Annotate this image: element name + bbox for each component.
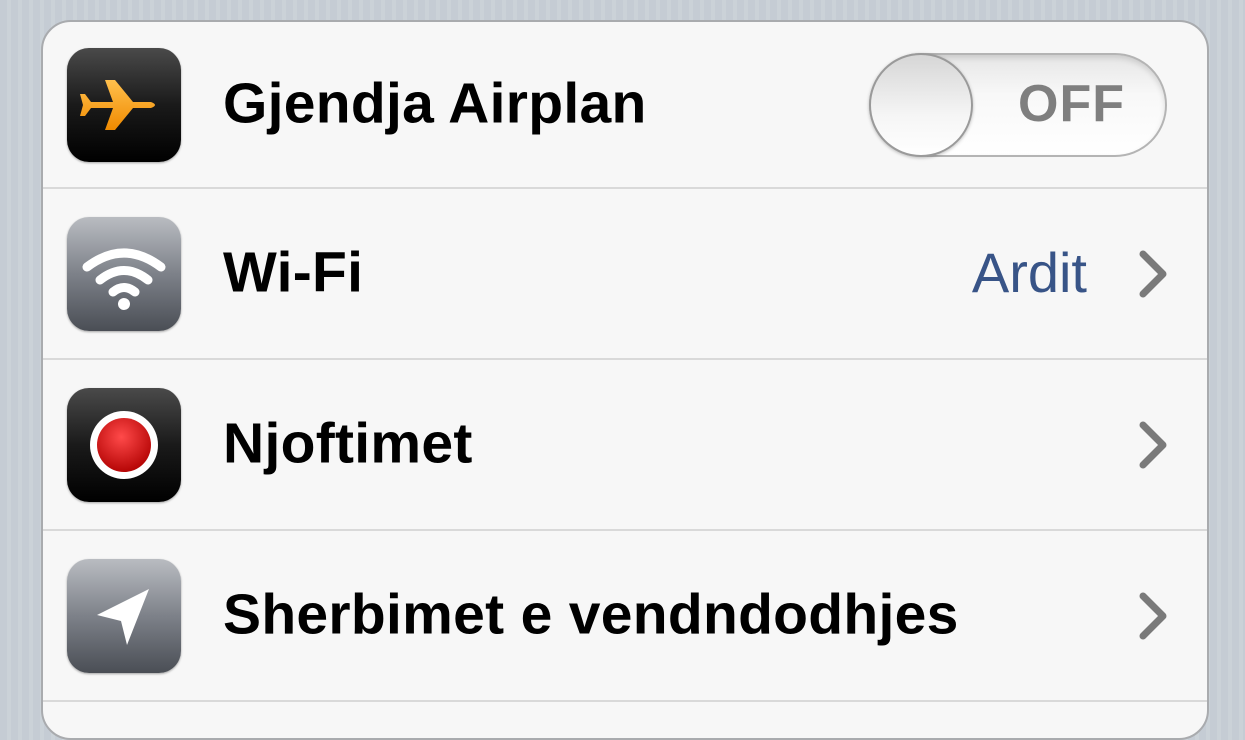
toggle-knob[interactable] bbox=[869, 52, 973, 157]
toggle-state-label: OFF bbox=[1018, 74, 1125, 133]
location-services-label: Sherbimet e vendndodhjes bbox=[223, 582, 959, 647]
airplane-mode-toggle[interactable]: OFF bbox=[869, 52, 1167, 157]
wifi-icon bbox=[67, 216, 181, 331]
chevron-right-icon bbox=[1139, 592, 1167, 639]
settings-row-airplane-mode[interactable]: Gjendja Airplan OFF bbox=[43, 22, 1207, 189]
chevron-right-icon bbox=[1139, 421, 1167, 468]
notifications-label: Njoftimet bbox=[223, 411, 473, 476]
notifications-icon bbox=[67, 387, 181, 502]
chevron-right-icon bbox=[1139, 250, 1167, 297]
airplane-icon bbox=[67, 47, 181, 162]
settings-row-notifications[interactable]: Njoftimet bbox=[43, 360, 1207, 531]
wifi-label: Wi-Fi bbox=[223, 240, 364, 305]
wifi-network-name: Ardit bbox=[971, 240, 1087, 304]
settings-row-wifi[interactable]: Wi-Fi Ardit bbox=[43, 189, 1207, 360]
airplane-mode-label: Gjendja Airplan bbox=[223, 71, 647, 136]
location-arrow-icon bbox=[67, 558, 181, 673]
settings-row-location-services[interactable]: Sherbimet e vendndodhjes bbox=[43, 531, 1207, 702]
settings-group: Gjendja Airplan OFF Wi-Fi Ardit Njoftime… bbox=[41, 20, 1209, 740]
